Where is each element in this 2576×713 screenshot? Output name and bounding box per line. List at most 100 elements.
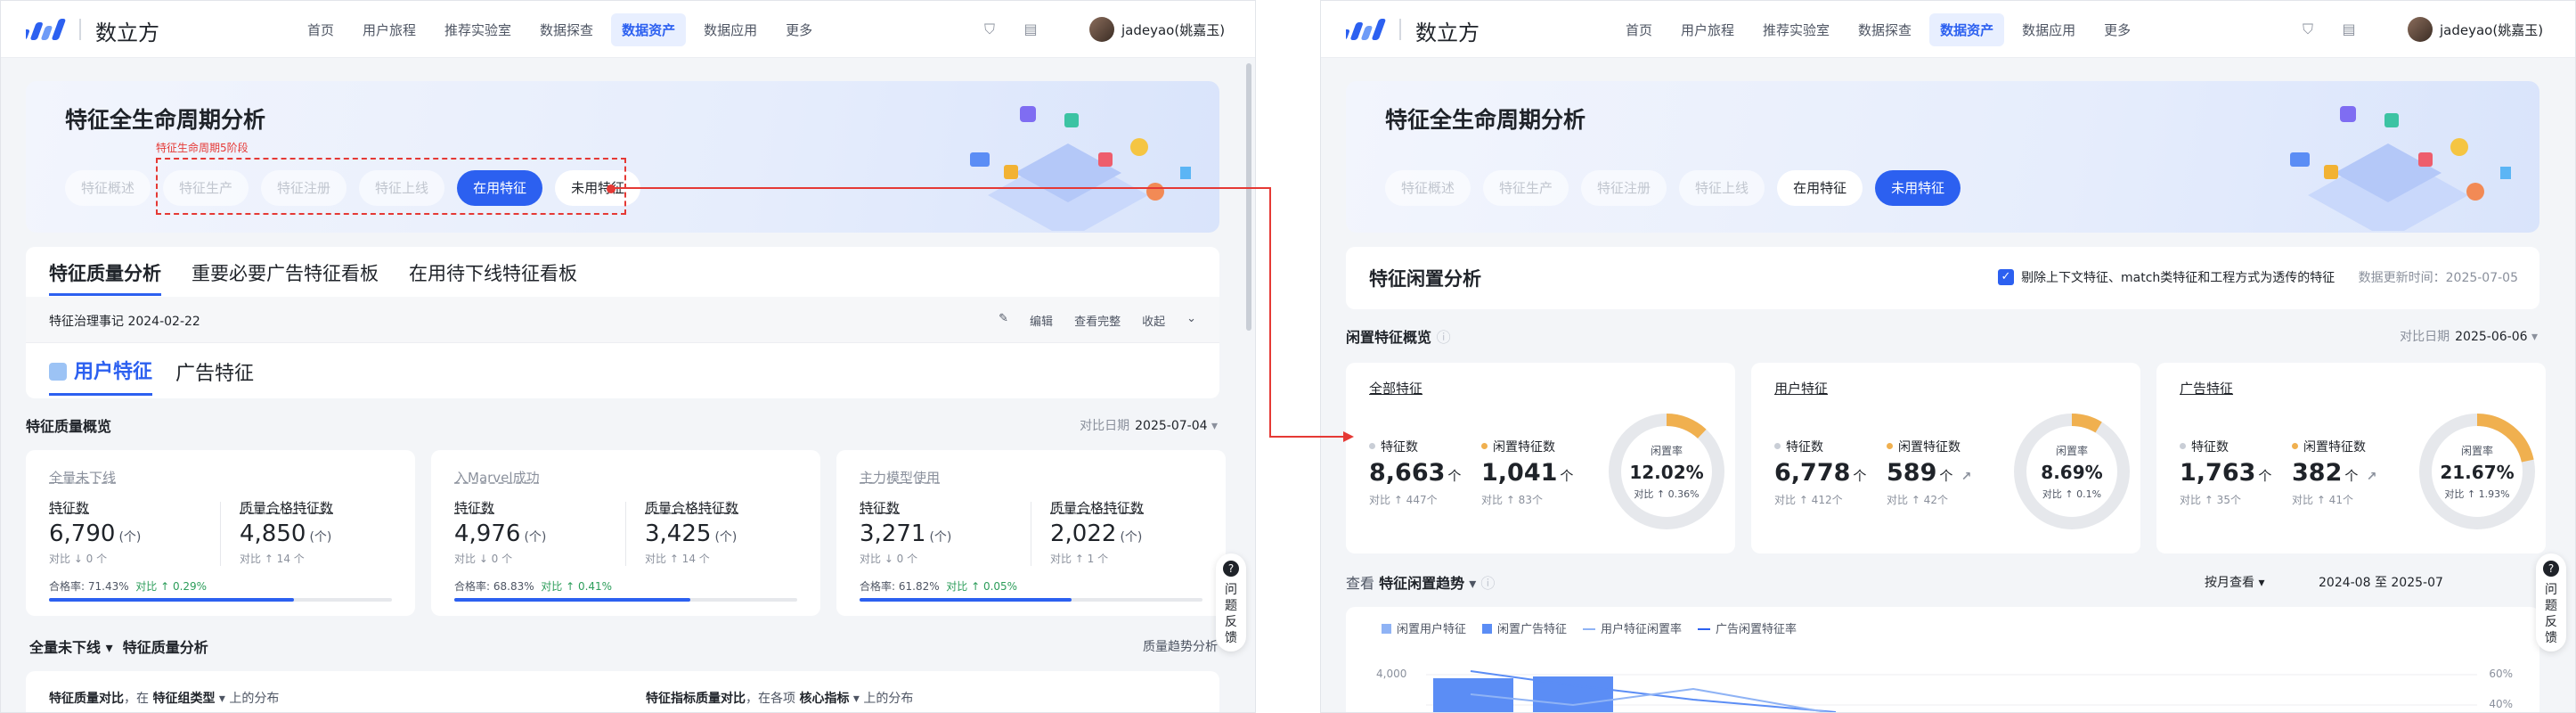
collapse-button[interactable]: 收起 [1142, 312, 1165, 329]
view-full-button[interactable]: 查看完整 [1074, 312, 1121, 329]
stage-online[interactable]: 特征上线 [1679, 170, 1765, 206]
tab-ad-features[interactable]: 广告特征 [175, 357, 254, 395]
quality-card-marvel[interactable]: 入Marvel成功 特征数 4,976 (个) 对比 ↓ 0 个 质量合格特征数 … [431, 450, 820, 616]
nav-data-explore[interactable]: 数据探查 [529, 13, 604, 46]
card-title[interactable]: 广告特征 [2180, 379, 2233, 397]
document-icon[interactable]: ▤ [2340, 20, 2358, 38]
nav-data-assets[interactable]: 数据资产 [1929, 13, 2005, 46]
nav-recommend-lab[interactable]: 推荐实验室 [1752, 13, 1840, 46]
nav-home[interactable]: 首页 [297, 13, 345, 46]
stage-registration[interactable]: 特征注册 [1581, 170, 1667, 206]
nav-data-apps[interactable]: 数据应用 [693, 13, 768, 46]
lifecycle-stages: 特征概述 特征生产 特征注册 特征上线 在用特征 未用特征 [1385, 170, 1961, 206]
stage-overview[interactable]: 特征概述 [1385, 170, 1471, 206]
stage-unused[interactable]: 未用特征 [1875, 170, 1961, 206]
card-title[interactable]: 用户特征 [1774, 379, 1828, 397]
date-range-picker[interactable]: 2024-08 至 2025-07 [2319, 573, 2443, 591]
nav-data-assets[interactable]: 数据资产 [611, 13, 687, 46]
feature-count: 特征数 4,976 (个) 对比 ↓ 0 个 [454, 500, 547, 565]
compare-date-picker[interactable]: 对比日期 2025-07-04 ▾ [1080, 416, 1218, 434]
core-metric-dropdown[interactable]: 核心指标 [799, 692, 849, 706]
tab-user-features[interactable]: 用户特征 [49, 356, 153, 396]
legend-ad-rate[interactable]: 广告闲置特征率 [1698, 619, 1797, 636]
top-navigation-bar: 数立方 首页 用户旅程 推荐实验室 数据探查 数据资产 数据应用 更多 ⛉ ▤ … [1321, 1, 2575, 58]
card-title[interactable]: 全量未下线 [49, 468, 116, 487]
legend-idle-user[interactable]: 闲置用户特征 [1382, 619, 1466, 636]
feature-count: 特征数 6,790 (个) 对比 ↓ 0 个 [49, 500, 142, 565]
card-title[interactable]: 全部特征 [1369, 379, 1423, 397]
exclude-checkbox-label[interactable]: 剔除上下文特征、match类特征和工程方式为透传的特征 [2021, 268, 2335, 286]
nav-data-explore[interactable]: 数据探查 [1847, 13, 1922, 46]
logo-icon [1346, 19, 1386, 40]
chevron-down-icon[interactable]: ⌄ [1186, 312, 1196, 329]
feedback-button[interactable]: ? 问题反馈 [2536, 553, 2566, 652]
tab-feature-quality[interactable]: 特征质量分析 [49, 259, 161, 296]
external-link-icon[interactable]: ↗ [2367, 470, 2377, 484]
nav-data-apps[interactable]: 数据应用 [2011, 13, 2086, 46]
view-by-dropdown[interactable]: 按月查看 ▾ [2205, 573, 2264, 591]
idle-rate: 闲置率 21.67% 对比 ↑ 1.93% [2440, 445, 2515, 500]
right-screenshot: 数立方 首页 用户旅程 推荐实验室 数据探查 数据资产 数据应用 更多 ⛉ ▤ … [1320, 0, 2576, 713]
stage-production[interactable]: 特征生产 [1483, 170, 1569, 206]
legend-idle-ad[interactable]: 闲置广告特征 [1482, 619, 1567, 636]
pass-rate: 合格率: 68.83% 对比 ↑ 0.41% [454, 580, 613, 593]
card-title[interactable]: 主力模型使用 [860, 468, 940, 487]
bar-mark [1433, 678, 1513, 712]
group-type-dropdown[interactable]: 特征组类型 [152, 692, 215, 706]
legend-user-rate[interactable]: 用户特征闲置率 [1583, 619, 1682, 636]
tab-offline-feature-board[interactable]: 在用待下线特征看板 [409, 259, 577, 296]
hero-banner: 特征全生命周期分析 特征概述 特征生产 特征注册 特征上线 在用特征 未用特征 … [26, 81, 1219, 233]
quality-card-main-model[interactable]: 主力模型使用 特征数 3,271 (个) 对比 ↓ 0 个 质量合格特征数 2,0… [836, 450, 1226, 616]
compare-date-picker[interactable]: 对比日期 2025-06-06 ▾ [2400, 327, 2538, 345]
trend-dropdown[interactable]: 特征闲置趋势 [1379, 575, 1464, 592]
quality-trend-link[interactable]: 质量趋势分析 [1143, 637, 1218, 655]
info-icon[interactable]: ⓘ [1437, 329, 1451, 346]
idle-count: 闲置特征数 382 个 ↗ 对比 ↑ 41个 [2292, 440, 2377, 506]
idle-card-ad[interactable]: 广告特征 特征数 1,763 个 对比 ↑ 35个 闲置特征数 382 个 ↗ 对比… [2156, 363, 2546, 553]
tab-ad-feature-board[interactable]: 重要必要广告特征看板 [192, 259, 379, 296]
nav-recommend-lab[interactable]: 推荐实验室 [434, 13, 522, 46]
idle-card-all[interactable]: 全部特征 特征数 8,663 个 对比 ↑ 447个 闲置特征数 1,041 个 对… [1346, 363, 1735, 553]
exclude-checkbox[interactable]: ✓ [1998, 269, 2014, 285]
edit-icon[interactable]: ✎ [999, 312, 1008, 329]
pass-rate-bar [49, 598, 392, 602]
scrollbar[interactable] [1246, 63, 1251, 331]
nav-user-journey[interactable]: 用户旅程 [352, 13, 427, 46]
stage-in-use[interactable]: 在用特征 [1777, 170, 1863, 206]
feedback-button[interactable]: ? 问题反馈 [1216, 553, 1246, 652]
info-icon[interactable]: ⓘ [1480, 575, 1495, 592]
username[interactable]: jadeyao(姚嘉玉) [2440, 20, 2543, 39]
nav-more[interactable]: 更多 [775, 13, 823, 46]
quality-card-all[interactable]: 全量未下线 特征数 6,790 (个) 对比 ↓ 0 个 质量合格特征数 4,85… [26, 450, 415, 616]
y-axis-tick-right: 60% [2489, 668, 2513, 680]
idle-card-user[interactable]: 用户特征 特征数 6,778 个 对比 ↑ 412个 闲置特征数 589 个 ↗ 对… [1751, 363, 2140, 553]
trend-legend: 闲置用户特征 闲置广告特征 用户特征闲置率 广告闲置特征率 [1382, 619, 1797, 636]
group-type-distribution: 特征质量对比，在 特征组类型 ▾ 上的分布 [49, 692, 280, 706]
annotation-dot [607, 184, 615, 193]
document-icon[interactable]: ▤ [1022, 20, 1039, 38]
avatar[interactable] [1089, 17, 1114, 42]
nav-home[interactable]: 首页 [1615, 13, 1663, 46]
stage-overview[interactable]: 特征概述 [65, 170, 151, 206]
hero-banner: 特征全生命周期分析 特征概述 特征生产 特征注册 特征上线 在用特征 未用特征 [1346, 81, 2539, 233]
edit-button[interactable]: 编辑 [1030, 312, 1053, 329]
y-axis-tick: 4,000 [1376, 668, 1407, 680]
main-nav: 首页 用户旅程 推荐实验室 数据探查 数据资产 数据应用 更多 [1615, 13, 2141, 46]
app-name: 数立方 [95, 20, 159, 45]
idle-overview-title: 闲置特征概览 ⓘ [1346, 329, 1451, 346]
shield-icon[interactable]: ⛉ [2299, 20, 2317, 38]
shield-icon[interactable]: ⛉ [981, 20, 999, 38]
nav-user-journey[interactable]: 用户旅程 [1670, 13, 1745, 46]
avatar[interactable] [2408, 17, 2433, 42]
idle-trend-title: 查看 特征闲置趋势 ▾ ⓘ [1346, 575, 1496, 592]
logo-separator [79, 19, 81, 40]
card-title[interactable]: 入Marvel成功 [454, 468, 540, 487]
nav-more[interactable]: 更多 [2093, 13, 2141, 46]
feature-count: 特征数 1,763 个 对比 ↑ 35个 [2180, 440, 2272, 506]
scope-dropdown[interactable]: 全量未下线 [29, 639, 101, 656]
username[interactable]: jadeyao(姚嘉玉) [1121, 20, 1225, 39]
external-link-icon[interactable]: ↗ [1961, 470, 1972, 484]
update-time: 数据更新时间：2025-07-05 [2358, 271, 2518, 285]
feature-type-tabs: 用户特征 广告特征 [49, 356, 254, 396]
logo-separator [1399, 19, 1401, 40]
